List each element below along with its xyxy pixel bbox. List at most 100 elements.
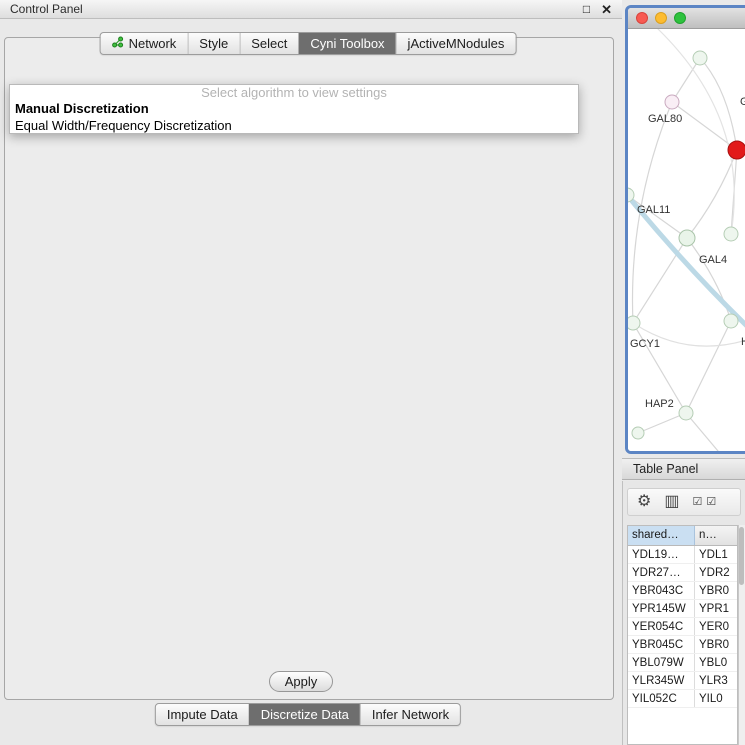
control-panel-tabs: Network Style Select Cyni Toolbox jActiv… <box>100 32 517 55</box>
table-cell: YBR0 <box>695 582 737 599</box>
network-node[interactable] <box>724 227 738 241</box>
table-cell: YBR0 <box>695 636 737 653</box>
tab-label: Network <box>129 36 177 51</box>
table-row[interactable]: YPR145WYPR1 <box>628 600 737 618</box>
tab-network[interactable]: Network <box>101 33 188 54</box>
table-cell: YLR345W <box>628 672 695 689</box>
table-cell: YER0 <box>695 618 737 635</box>
tab-label: jActiveMNodules <box>408 36 505 51</box>
network-node-label: GA <box>740 96 745 108</box>
tab-style[interactable]: Style <box>187 33 239 54</box>
network-window-titlebar <box>628 8 745 29</box>
network-edge <box>686 321 731 413</box>
table-cell: YIL052C <box>628 690 695 707</box>
tab-select[interactable]: Select <box>239 33 298 54</box>
table-cell: YER054C <box>628 618 695 635</box>
network-node-label: GAL4 <box>699 254 727 266</box>
network-edge <box>638 413 686 433</box>
table-cell: YDL19… <box>628 546 695 563</box>
column-header-shared-name[interactable]: shared… <box>628 526 695 545</box>
popup-option-equal-width-frequency[interactable]: Equal Width/Frequency Discretization <box>10 117 578 134</box>
control-panel-titlebar: Control Panel □ ✕ <box>0 0 622 19</box>
table-panel-header: Table Panel <box>622 458 745 480</box>
popup-option-manual-discretization[interactable]: Manual Discretization <box>10 100 578 117</box>
control-panel-body <box>4 37 614 700</box>
network-edge <box>687 238 731 321</box>
bottom-tabs: Impute Data Discretize Data Infer Networ… <box>155 703 461 726</box>
zoom-traffic-light-icon[interactable] <box>674 12 686 24</box>
close-icon[interactable]: ✕ <box>601 3 612 16</box>
network-node[interactable] <box>728 141 745 159</box>
tab-label: Discretize Data <box>261 707 349 722</box>
table-cell: YPR145W <box>628 600 695 617</box>
tab-cyni-toolbox[interactable]: Cyni Toolbox <box>298 33 395 54</box>
columns-icon[interactable]: ▥ <box>664 494 679 510</box>
network-node[interactable] <box>632 427 644 439</box>
network-node-label: H <box>741 336 745 348</box>
network-node[interactable] <box>693 51 707 65</box>
tab-label: Select <box>251 36 287 51</box>
table-cell: YDR27… <box>628 564 695 581</box>
network-edge <box>633 238 687 323</box>
network-edge <box>687 150 737 238</box>
popup-placeholder-item: Select algorithm to view settings <box>10 85 578 100</box>
table-cell: YBL0 <box>695 654 737 671</box>
table-panel-title: Table Panel <box>633 462 698 476</box>
table-row[interactable]: YIL052CYIL0 <box>628 690 737 708</box>
tab-jactivemnodules[interactable]: jActiveMNodules <box>396 33 516 54</box>
screen: Control Panel □ ✕ Network Style Select C… <box>0 0 745 745</box>
table-scrollbar[interactable] <box>738 525 745 745</box>
algorithm-dropdown-popup: Select algorithm to view settings Manual… <box>9 84 579 134</box>
scrollbar-thumb[interactable] <box>739 527 744 585</box>
table-cell: YDL1 <box>695 546 737 563</box>
select-all-checkbox-icon[interactable]: ☑ <box>692 497 702 508</box>
select-none-checkbox-icon[interactable]: ☑ <box>706 497 716 508</box>
table-row[interactable]: YBR043CYBR0 <box>628 582 737 600</box>
table-cell: YBR043C <box>628 582 695 599</box>
minimize-traffic-light-icon[interactable] <box>655 12 667 24</box>
table-header-row: shared… n… <box>628 526 737 546</box>
network-node[interactable] <box>679 406 693 420</box>
float-window-icon[interactable]: □ <box>583 3 590 15</box>
table-body: YDL19…YDL1YDR27…YDR2YBR043CYBR0YPR145WYP… <box>628 546 737 708</box>
network-node[interactable] <box>628 316 640 330</box>
table-row[interactable]: YDR27…YDR2 <box>628 564 737 582</box>
table-cell: YPR1 <box>695 600 737 617</box>
network-node-label: GAL80 <box>648 113 682 125</box>
tab-infer-network[interactable]: Infer Network <box>360 704 460 725</box>
network-graph: GAL80 GA GAL11 GAL4 GCY1 H HAP2 <box>628 29 745 451</box>
tab-discretize-data[interactable]: Discretize Data <box>249 704 360 725</box>
table-panel: ⚙ ▥ ☑ ☑ shared… n… YDL19…YDL1YDR27…YDR2Y… <box>622 481 745 745</box>
table-row[interactable]: YBR045CYBR0 <box>628 636 737 654</box>
table-cell: YLR3 <box>695 672 737 689</box>
network-node[interactable] <box>724 314 738 328</box>
gear-icon[interactable]: ⚙ <box>637 494 651 510</box>
tab-label: Impute Data <box>167 707 238 722</box>
window-title: Control Panel <box>10 2 83 16</box>
tab-label: Style <box>199 36 228 51</box>
network-tab-icon <box>112 36 124 51</box>
table-toolbar: ⚙ ▥ ☑ ☑ <box>627 488 741 516</box>
column-header-name[interactable]: n… <box>695 526 737 545</box>
table-cell: YDR2 <box>695 564 737 581</box>
table-cell: YBL079W <box>628 654 695 671</box>
network-view-window: GAL80 GA GAL11 GAL4 GCY1 H HAP2 <box>625 5 745 454</box>
table-row[interactable]: YER054CYER0 <box>628 618 737 636</box>
table-cell: YBR045C <box>628 636 695 653</box>
table-row[interactable]: YBL079WYBL0 <box>628 654 737 672</box>
network-node-label: HAP2 <box>645 398 674 410</box>
network-node-label: GAL11 <box>637 204 670 216</box>
table-row[interactable]: YDL19…YDL1 <box>628 546 737 564</box>
close-traffic-light-icon[interactable] <box>636 12 648 24</box>
table-cell: YIL0 <box>695 690 737 707</box>
network-node-label: GCY1 <box>630 338 660 350</box>
node-table: shared… n… YDL19…YDL1YDR27…YDR2YBR043CYB… <box>627 525 738 745</box>
apply-button[interactable]: Apply <box>269 671 333 692</box>
network-canvas[interactable]: GAL80 GA GAL11 GAL4 GCY1 H HAP2 <box>628 29 745 451</box>
tab-label: Cyni Toolbox <box>310 36 384 51</box>
network-node[interactable] <box>665 95 679 109</box>
network-node[interactable] <box>679 230 695 246</box>
table-row[interactable]: YLR345WYLR3 <box>628 672 737 690</box>
tab-label: Infer Network <box>372 707 449 722</box>
tab-impute-data[interactable]: Impute Data <box>156 704 249 725</box>
